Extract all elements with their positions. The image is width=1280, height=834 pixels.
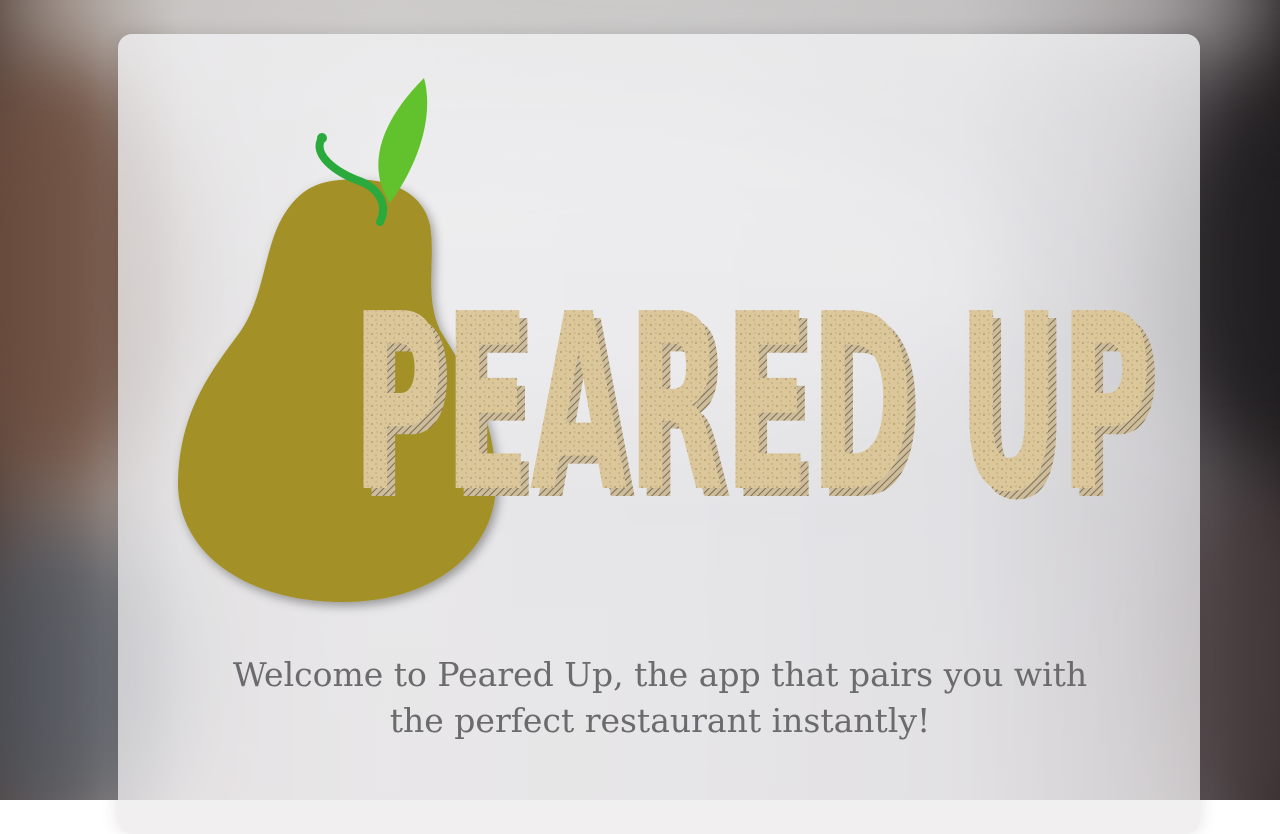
welcome-message: Welcome to Peared Up, the app that pairs…	[232, 655, 1088, 740]
svg-text:PEARED UP: PEARED UP	[352, 262, 1152, 546]
peared-up-logo: PEARED UP PEARED UP	[177, 78, 1160, 602]
pear-leaf-icon	[378, 78, 428, 203]
peared-up-wordmark: PEARED UP PEARED UP	[352, 262, 1160, 554]
